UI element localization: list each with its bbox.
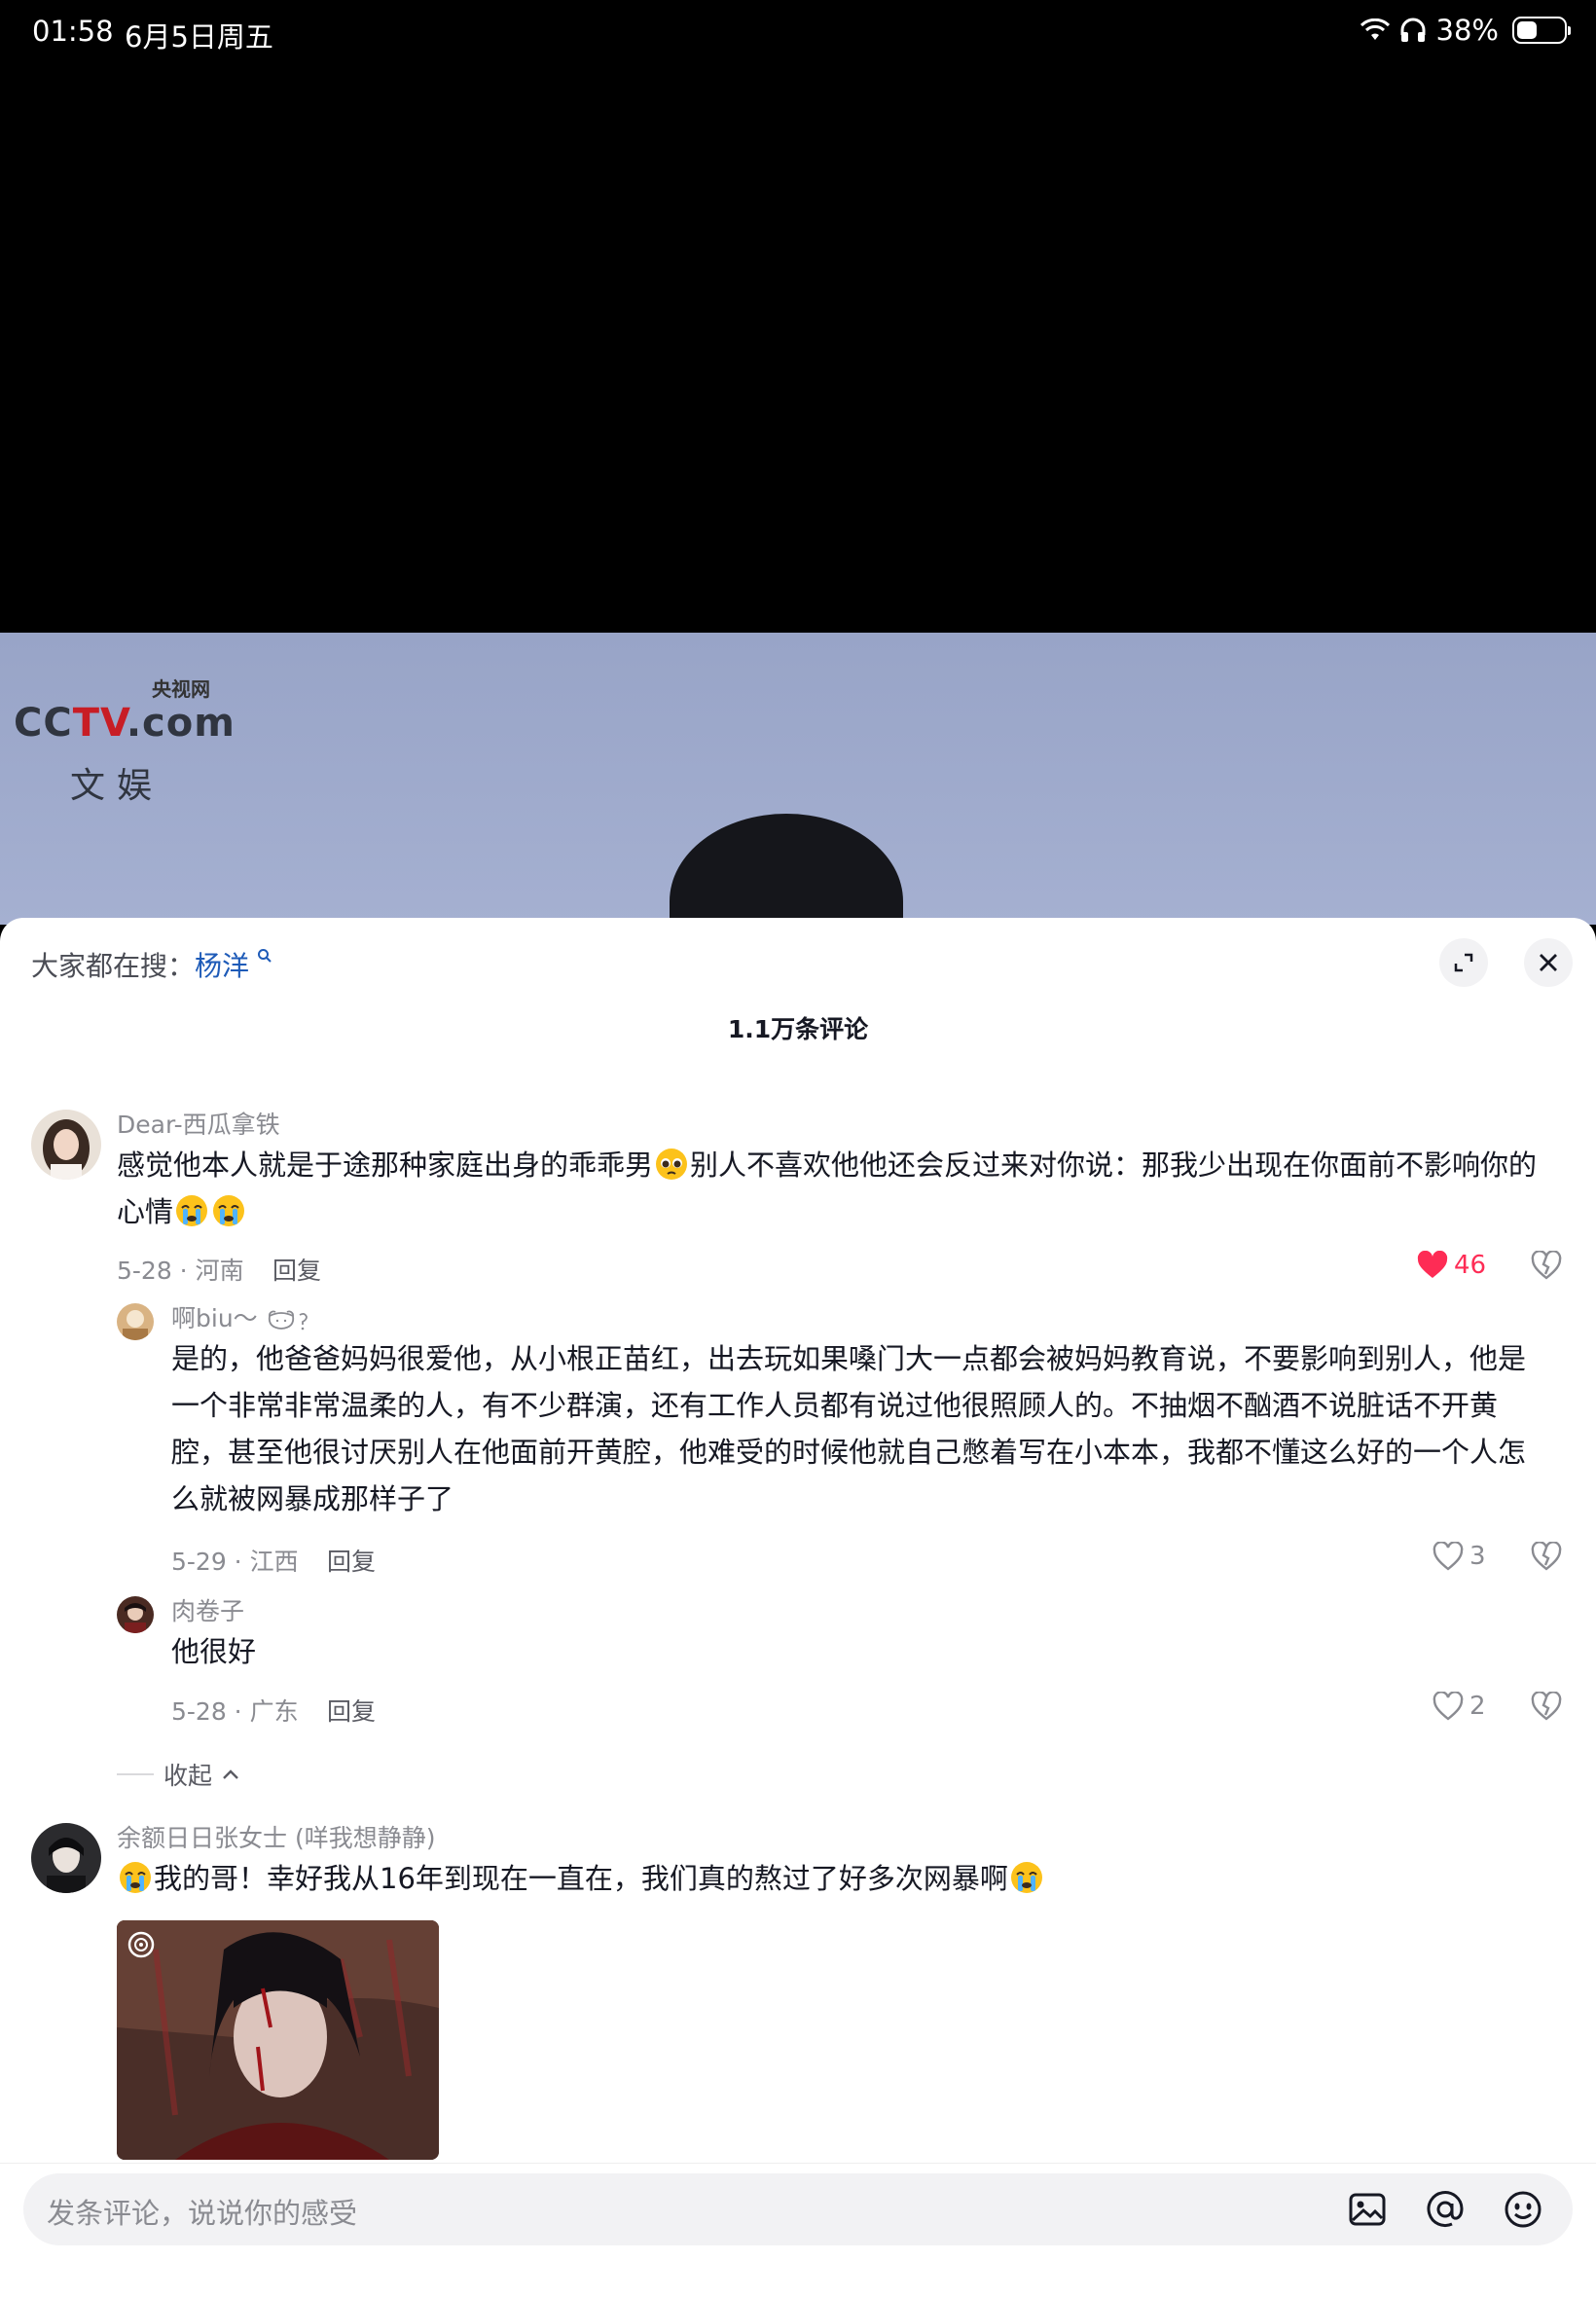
comment-sheet: 大家都在搜：杨洋 1.1万条评论 Dear-西瓜拿铁 感觉他本人就是于途那种家庭… <box>0 918 1596 2297</box>
like-button[interactable]: 46 <box>1417 1251 1486 1280</box>
status-bar: 01:58 6月5日周五 38% <box>0 0 1596 62</box>
expand-icon <box>1454 953 1473 972</box>
wifi-icon <box>1360 18 1390 40</box>
broken-heart-icon <box>1531 1541 1562 1571</box>
at-mention-icon[interactable] <box>1423 2187 1468 2232</box>
like-count: 3 <box>1469 1542 1486 1571</box>
comment-count-title: 1.1万条评论 <box>727 1015 869 1043</box>
pleading-face-icon <box>656 1148 688 1180</box>
battery-percent: 38% <box>1435 14 1499 47</box>
logo-brand: CCTV.com <box>14 701 236 746</box>
reply-button[interactable]: 回复 <box>272 1252 321 1287</box>
comment-image[interactable] <box>117 1920 439 2160</box>
comment-input-placeholder: 发条评论，说说你的感受 <box>47 2197 358 2230</box>
search-suggestion[interactable]: 大家都在搜：杨洋 <box>31 945 272 984</box>
heart-outline-icon <box>1433 1542 1464 1571</box>
like-count: 2 <box>1469 1692 1486 1721</box>
crying-face-icon <box>120 1862 151 1893</box>
dislike-button[interactable] <box>1531 1250 1562 1284</box>
status-right: 38% <box>1360 14 1571 47</box>
logo-cn: 央视网 <box>152 677 210 701</box>
cctv-logo: 央视网 CCTV.com 文娱 <box>14 668 235 806</box>
chevron-up-icon <box>223 1769 238 1779</box>
comment-meta: 5-28 · 河南 <box>117 1257 244 1285</box>
image-icon[interactable] <box>1345 2187 1390 2232</box>
comment-text: 感觉他本人就是于途那种家庭出身的乖乖男 别人不喜欢他他还会反过来对你说：那我少出现… <box>117 1148 1538 1228</box>
avatar[interactable] <box>31 1110 101 1180</box>
like-button[interactable]: 2 <box>1433 1692 1486 1721</box>
divider <box>117 1773 154 1775</box>
heart-outline-icon <box>1433 1692 1464 1721</box>
avatar[interactable] <box>117 1596 154 1633</box>
close-icon <box>1540 954 1557 971</box>
reply-button[interactable]: 回复 <box>327 1693 376 1728</box>
reply-text: 是的，他爸爸妈妈很爱他，从小根正苗红，出去玩如果嗓门大一点都会被妈妈教育说，不要… <box>171 1342 1527 1515</box>
avatar[interactable] <box>117 1303 154 1340</box>
status-time: 01:58 <box>32 15 114 48</box>
logo-sub: 文娱 <box>70 766 164 806</box>
broken-heart-icon <box>1531 1250 1562 1280</box>
reply-button[interactable]: 回复 <box>327 1543 376 1578</box>
close-button[interactable] <box>1524 938 1573 987</box>
dislike-button[interactable] <box>1531 1691 1562 1725</box>
battery-icon <box>1512 17 1571 44</box>
dislike-button[interactable] <box>1531 1541 1562 1575</box>
reply-username[interactable]: 肉卷子 <box>171 1592 244 1627</box>
live-photo-icon <box>129 1933 153 1956</box>
reply-text: 他很好 <box>171 1635 257 1668</box>
status-date: 6月5日周五 <box>125 20 273 54</box>
reply-meta: 5-29 · 江西 <box>171 1548 299 1576</box>
headphones-icon <box>1400 18 1426 42</box>
emoji-icon[interactable] <box>1501 2187 1545 2232</box>
crying-face-icon <box>1010 1862 1042 1893</box>
heart-filled-icon <box>1417 1251 1448 1278</box>
like-button[interactable]: 3 <box>1433 1542 1486 1571</box>
comment-username[interactable]: 余额日日张女士 (咩我想静静) <box>117 1819 435 1854</box>
crying-face-icon <box>213 1195 245 1226</box>
video-frame[interactable]: 央视网 CCTV.com 文娱 <box>0 633 1596 925</box>
comment-username[interactable]: Dear-西瓜拿铁 <box>117 1106 280 1141</box>
reply-meta: 5-28 · 广东 <box>171 1697 299 1726</box>
person-hair <box>670 814 903 925</box>
comment-text: 我的哥！幸好我从16年到现在一直在，我们真的熬过了好多次网暴啊 <box>117 1855 1567 1902</box>
avatar[interactable] <box>31 1823 101 1893</box>
bear-face-icon <box>268 1310 308 1331</box>
expand-button[interactable] <box>1439 938 1488 987</box>
broken-heart-icon <box>1531 1691 1562 1721</box>
reply-username[interactable]: 啊biu～ <box>171 1299 310 1334</box>
comment-input-bar: 发条评论，说说你的感受 <box>0 2163 1596 2297</box>
collapse-replies-button[interactable]: 收起 <box>117 1757 239 1792</box>
like-count: 46 <box>1454 1251 1487 1280</box>
comment-input[interactable]: 发条评论，说说你的感受 <box>23 2173 1573 2245</box>
search-icon <box>251 945 272 968</box>
search-keyword[interactable]: 杨洋 <box>195 950 249 982</box>
crying-face-icon <box>176 1195 208 1226</box>
